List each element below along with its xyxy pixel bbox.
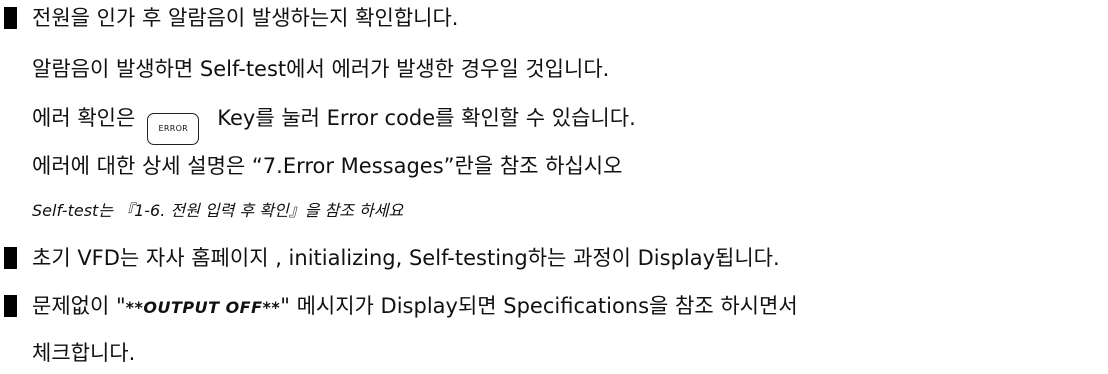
output-off-text-before: 문제없이 " [32, 294, 126, 318]
line-error-check: 에러 확인은 ERROR Key를 눌러 Error code를 확인할 수 있습니… [32, 103, 636, 145]
error-key-icon: ERROR [147, 113, 200, 145]
bullet-item-power-check: 전원을 인가 후 알람음이 발생하는지 확인합니다. [4, 3, 458, 33]
line-check: 체크합니다. [32, 341, 136, 365]
bullet-item-vfd-display: 초기 VFD는 자사 홈페이지 , initializing, Self-tes… [4, 243, 780, 273]
square-bullet-icon [4, 7, 17, 29]
line-vfd-display: 초기 VFD는 자사 홈페이지 , initializing, Self-tes… [32, 246, 780, 270]
line-alarm-explanation: 알람음이 발생하면 Self-test에서 에러가 발생한 경우일 것입니다. [32, 57, 610, 81]
line-self-test-reference: Self-test는 『1-6. 전원 입력 후 확인』을 참조 하세요 [32, 201, 404, 220]
bullet-item-output-off: 문제없이 "**OUTPUT OFF**" 메시지가 Display되면 Spe… [4, 291, 798, 323]
square-bullet-icon [4, 247, 17, 269]
line-power-check: 전원을 인가 후 알람음이 발생하는지 확인합니다. [32, 6, 459, 30]
square-bullet-icon [4, 295, 17, 317]
error-check-text-after: Key를 눌러 Error code를 확인할 수 있습니다. [217, 106, 636, 130]
output-off-code: **OUTPUT OFF** [125, 298, 281, 317]
error-check-text-before: 에러 확인은 [32, 106, 136, 130]
line-error-messages-reference: 에러에 대한 상세 설명은 “7.Error Messages”란을 참조 하십… [32, 154, 623, 178]
output-off-text-after: " 메시지가 Display되면 Specifications을 참조 하시면서 [280, 294, 798, 318]
